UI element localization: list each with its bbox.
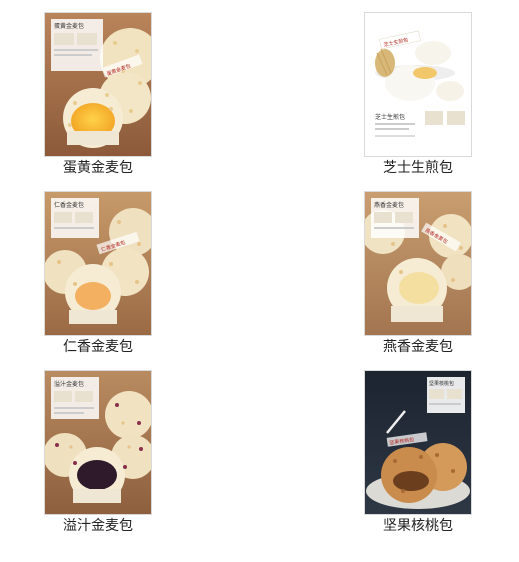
product-image-title: 坚果核桃包 — [429, 380, 454, 387]
product-image-title: 仁香金麦包 — [54, 201, 84, 209]
product-image-renxiang[interactable]: 仁香金麦包 仁香金麦包 — [45, 192, 151, 335]
product-name[interactable]: 仁香金麦包 — [23, 338, 173, 356]
product-image-danhuang[interactable]: 蛋黄金麦包 蛋黄金麦包 — [45, 13, 151, 156]
product-card-jianguo[interactable]: 坚果核桃包 坚果核桃包 坚果核桃包 — [343, 371, 493, 535]
product-image-title: 蛋黄金麦包 — [54, 22, 84, 30]
product-card-yizhi[interactable]: 溢汁金麦包 溢汁金麦包 — [23, 371, 173, 535]
product-image-zhishi[interactable]: 芝士生煎包 芝士生煎包 — [365, 13, 471, 156]
product-image-yizhi[interactable]: 溢汁金麦包 — [45, 371, 151, 514]
product-name[interactable]: 坚果核桃包 — [343, 517, 493, 535]
product-name[interactable]: 芝士生煎包 — [343, 159, 493, 177]
product-image-title: 芝士生煎包 — [375, 113, 405, 121]
product-card-renxiang[interactable]: 仁香金麦包 仁香金麦包 仁香金麦包 — [23, 192, 173, 356]
product-image-jianguo[interactable]: 坚果核桃包 坚果核桃包 — [365, 371, 471, 514]
product-name[interactable]: 燕香金麦包 — [343, 338, 493, 356]
product-name[interactable]: 溢汁金麦包 — [23, 517, 173, 535]
product-card-yanxiang[interactable]: 燕香金麦包 燕香金麦包 燕香金麦包 — [343, 192, 493, 356]
product-card-danhuang[interactable]: 蛋黄金麦包 蛋黄金麦包 蛋黄金麦包 — [23, 13, 173, 177]
product-card-zhishi[interactable]: 芝士生煎包 芝士生煎包 芝士生煎包 — [343, 13, 493, 177]
product-name[interactable]: 蛋黄金麦包 — [23, 159, 173, 177]
product-image-yanxiang[interactable]: 燕香金麦包 燕香金麦包 — [365, 192, 471, 335]
product-image-title: 燕香金麦包 — [374, 201, 404, 209]
product-image-title: 溢汁金麦包 — [54, 380, 84, 388]
